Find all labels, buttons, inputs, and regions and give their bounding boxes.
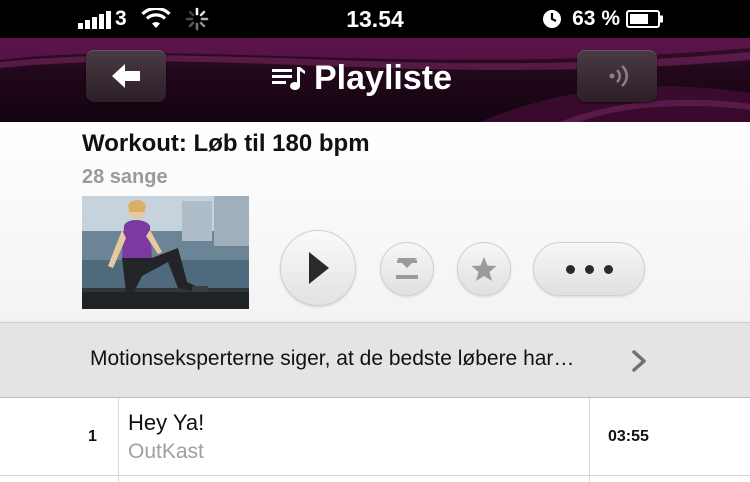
track-number: 1 — [88, 428, 97, 445]
more-icon-dot — [603, 264, 613, 274]
download-button[interactable] — [380, 242, 434, 296]
track-duration: 03:55 — [608, 428, 649, 445]
battery-icon — [626, 10, 663, 28]
track-row[interactable]: 1 Hey Ya! OutKast 03:55 — [0, 398, 750, 476]
playlist-description-row[interactable]: Motionseksperterne siger, at de bedste l… — [0, 322, 750, 398]
play-icon — [309, 252, 329, 284]
more-button[interactable] — [533, 242, 645, 296]
nav-title: Playliste — [314, 58, 452, 97]
chevron-right-icon — [632, 350, 646, 372]
status-bar: 3 13.54 63 % — [0, 0, 750, 38]
more-icon — [565, 264, 575, 274]
track-list: 1 Hey Ya! OutKast 03:55 — [0, 398, 750, 482]
song-count: 28 sange — [82, 166, 168, 188]
playlist-cover-image[interactable] — [82, 196, 249, 309]
playlist-title: Workout: Løb til 180 bpm — [82, 130, 370, 157]
status-right: 63 % — [542, 4, 664, 34]
back-button[interactable] — [86, 50, 166, 102]
speaker-icon — [609, 65, 628, 87]
column-divider — [118, 398, 119, 482]
clock-icon — [543, 10, 562, 28]
more-icon-dot — [584, 264, 594, 274]
track-title: Hey Ya! — [128, 410, 205, 435]
download-icon — [396, 258, 418, 279]
back-arrow-icon — [112, 64, 140, 88]
playlist-icon — [272, 67, 305, 90]
play-button[interactable] — [280, 230, 356, 306]
star-icon — [471, 257, 497, 281]
battery-percent: 63 % — [572, 7, 620, 30]
nav-title-group: Playliste — [270, 50, 452, 106]
playlist-description: Motionseksperterne siger, at de bedste l… — [90, 347, 575, 370]
navigation-bar: Playliste — [0, 38, 750, 122]
speaker-button[interactable] — [577, 50, 657, 102]
favorite-button[interactable] — [457, 242, 511, 296]
track-artist: OutKast — [128, 440, 204, 463]
playlist-header: Workout: Løb til 180 bpm 28 sange — [0, 122, 750, 322]
column-divider — [589, 398, 590, 482]
